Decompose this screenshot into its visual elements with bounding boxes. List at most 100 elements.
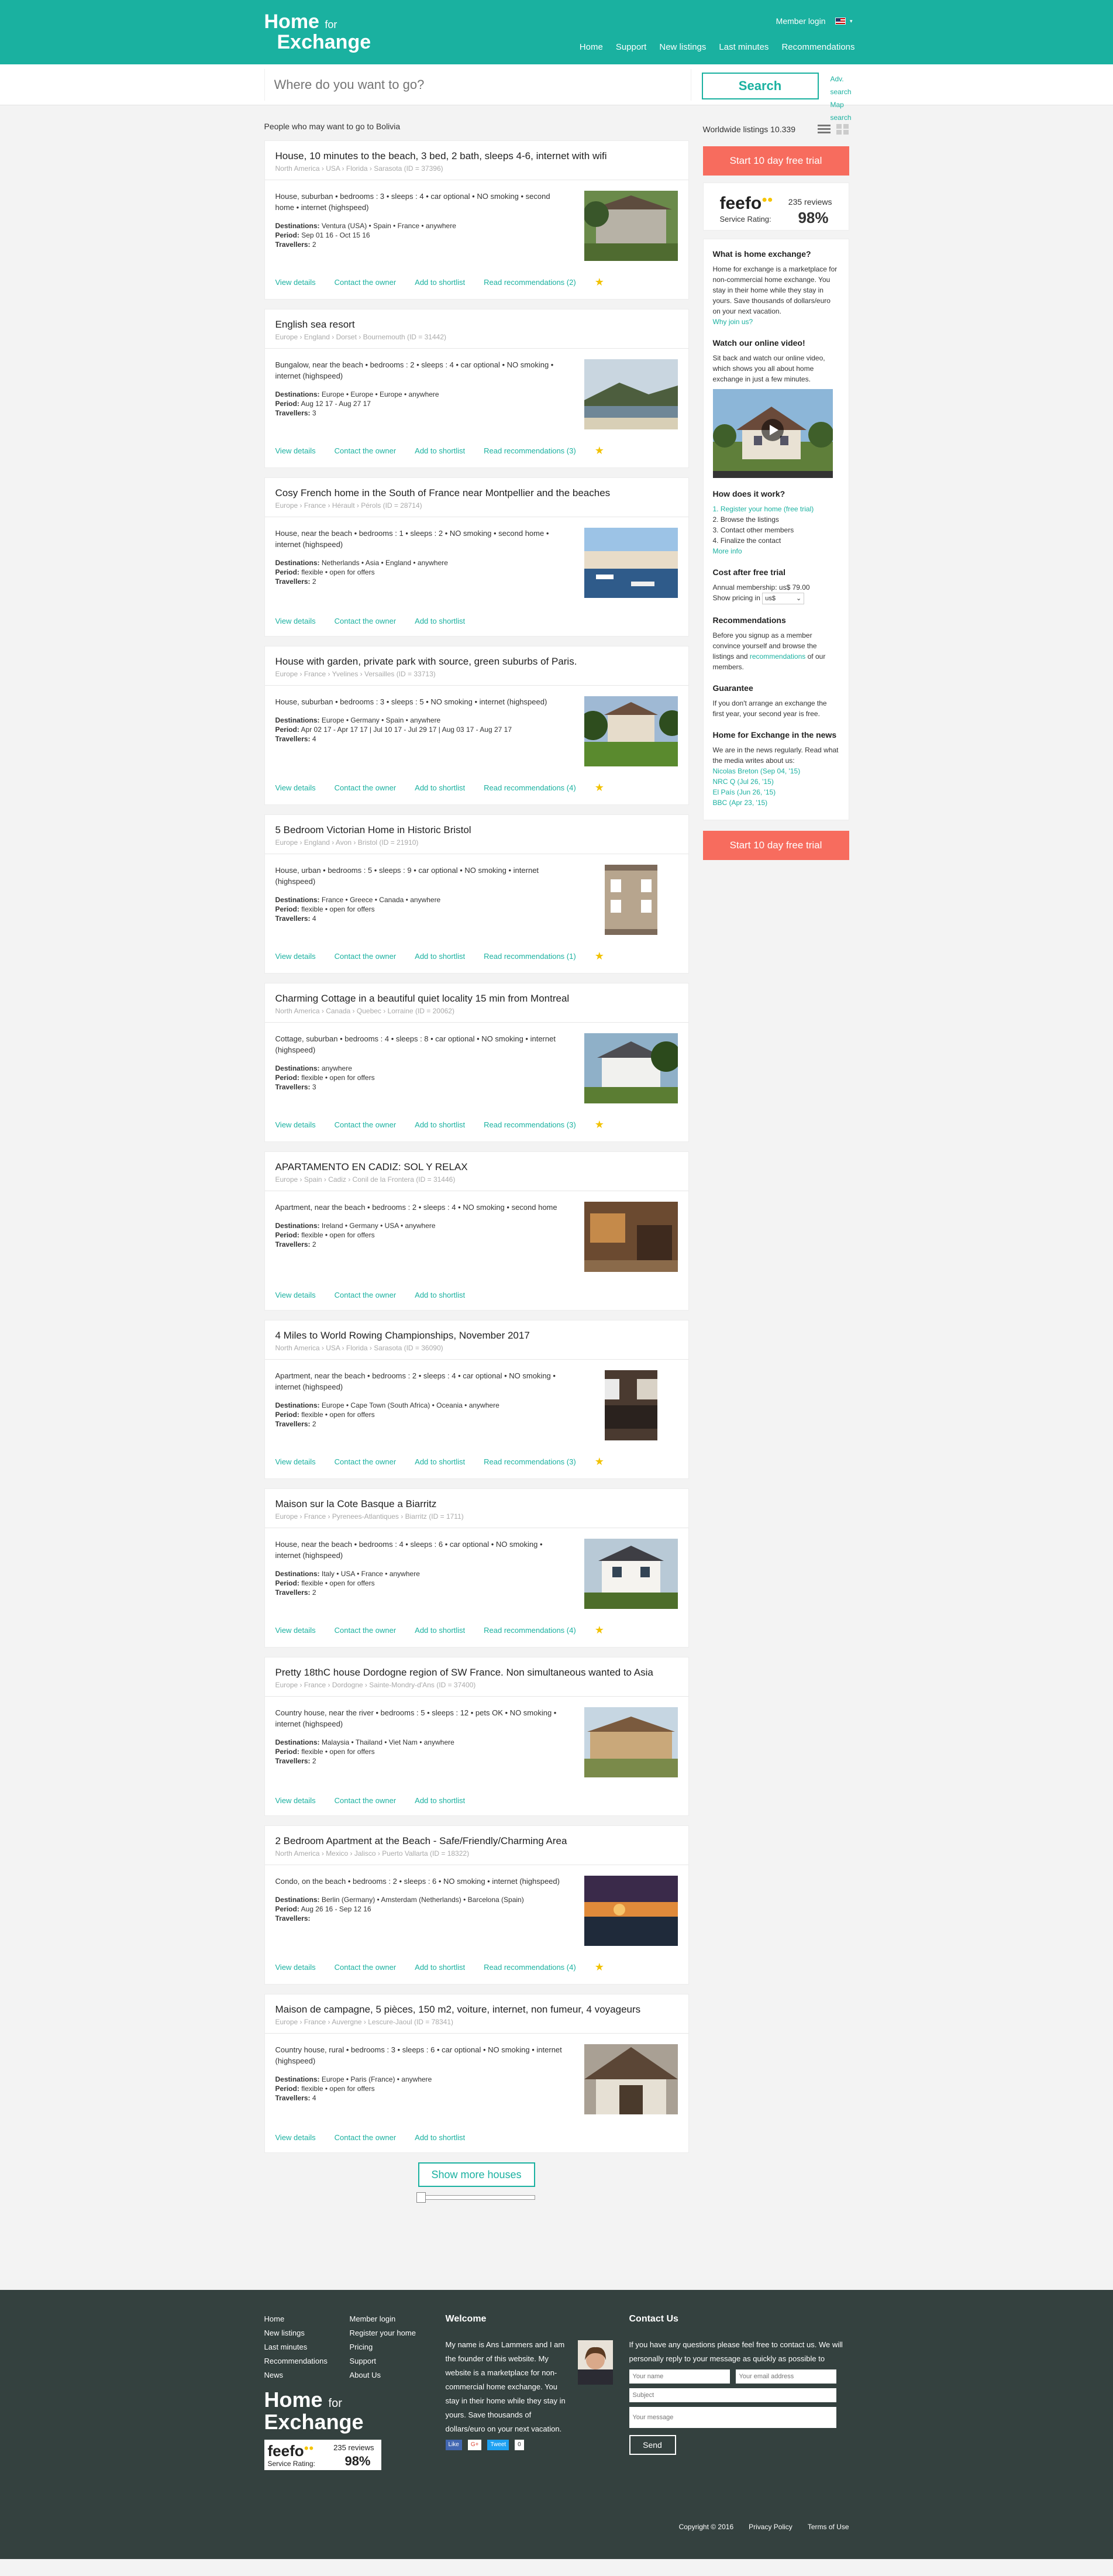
footer-link[interactable]: Last minutes	[264, 2340, 328, 2354]
listing-title[interactable]: 4 Miles to World Rowing Championships, N…	[275, 1320, 678, 1344]
search-button[interactable]: Search	[701, 73, 819, 99]
footer-link[interactable]: Home	[264, 2312, 328, 2326]
read-recommendations-link[interactable]: Read recommendations (4)	[484, 783, 576, 792]
listing-photo[interactable]	[584, 191, 678, 261]
currency-select[interactable]: us$ ⌄	[762, 593, 805, 604]
nav-recommendations[interactable]: Recommendations	[781, 42, 854, 52]
video-thumbnail[interactable]	[712, 389, 834, 471]
listing-title[interactable]: Charming Cottage in a beautiful quiet lo…	[275, 983, 678, 1007]
contact-owner-link[interactable]: Contact the owner	[335, 1120, 397, 1129]
listing-photo[interactable]	[584, 1202, 678, 1272]
add-shortlist-link[interactable]: Add to shortlist	[415, 278, 465, 287]
listing-photo[interactable]	[604, 1370, 657, 1440]
why-join-link[interactable]: Why join us?	[713, 318, 753, 326]
footer-link[interactable]: Pricing	[350, 2340, 416, 2354]
listing-photo[interactable]	[584, 1539, 678, 1609]
google-plus-button[interactable]: G+	[467, 2440, 482, 2450]
footer-link[interactable]: Register your home	[350, 2326, 416, 2340]
footer-link[interactable]: Support	[350, 2354, 416, 2368]
view-details-link[interactable]: View details	[275, 952, 316, 961]
view-details-link[interactable]: View details	[275, 1796, 316, 1805]
listing-title[interactable]: Cosy French home in the South of France …	[275, 478, 678, 501]
contact-name-input[interactable]	[629, 2369, 730, 2384]
news-link[interactable]: Nicolas Breton (Sep 04, '15)	[713, 766, 839, 776]
contact-subject-input[interactable]	[629, 2388, 836, 2402]
footer-link[interactable]: Recommendations	[264, 2354, 328, 2368]
listing-photo[interactable]	[584, 1707, 678, 1777]
results-slider[interactable]	[416, 2192, 535, 2203]
contact-owner-link[interactable]: Contact the owner	[335, 446, 397, 455]
view-details-link[interactable]: View details	[275, 1457, 316, 1466]
send-button[interactable]: Send	[629, 2435, 676, 2455]
listing-photo[interactable]	[584, 528, 678, 598]
tweet-button[interactable]: Tweet	[487, 2440, 509, 2450]
add-shortlist-link[interactable]: Add to shortlist	[415, 617, 465, 625]
footer-link[interactable]: About Us	[350, 2368, 416, 2382]
show-more-button[interactable]: Show more houses	[418, 2162, 535, 2187]
listing-title[interactable]: Pretty 18thC house Dordogne region of SW…	[275, 1657, 678, 1681]
how-step-1-link[interactable]: 1. Register your home (free trial)	[713, 504, 839, 514]
more-info-link[interactable]: More info	[713, 547, 742, 555]
listing-title[interactable]: House with garden, private park with sou…	[275, 646, 678, 670]
listing-photo[interactable]	[584, 359, 678, 429]
listing-title[interactable]: Maison sur la Cote Basque a Biarritz	[275, 1489, 678, 1512]
member-login-link[interactable]: Member login	[776, 16, 826, 26]
read-recommendations-link[interactable]: Read recommendations (1)	[484, 952, 576, 961]
view-details-link[interactable]: View details	[275, 446, 316, 455]
contact-owner-link[interactable]: Contact the owner	[335, 1457, 397, 1466]
terms-link[interactable]: Terms of Use	[808, 2523, 849, 2531]
contact-owner-link[interactable]: Contact the owner	[335, 1796, 397, 1805]
listing-title[interactable]: Maison de campagne, 5 pièces, 150 m2, vo…	[275, 1994, 678, 2018]
read-recommendations-link[interactable]: Read recommendations (3)	[484, 1120, 576, 1129]
view-details-link[interactable]: View details	[275, 278, 316, 287]
footer-link[interactable]: News	[264, 2368, 328, 2382]
free-trial-button[interactable]: Start 10 day free trial	[702, 146, 849, 176]
news-link[interactable]: BBC (Apr 23, '15)	[713, 797, 839, 808]
slider-handle[interactable]	[416, 2192, 426, 2203]
add-shortlist-link[interactable]: Add to shortlist	[415, 952, 465, 961]
footer-logo[interactable]: Home for Exchange	[264, 2389, 364, 2433]
listing-photo[interactable]	[584, 2044, 678, 2114]
facebook-like-button[interactable]: Like	[445, 2440, 462, 2450]
view-details-link[interactable]: View details	[275, 1291, 316, 1299]
contact-owner-link[interactable]: Contact the owner	[335, 617, 397, 625]
listing-photo[interactable]	[604, 865, 657, 935]
read-recommendations-link[interactable]: Read recommendations (3)	[484, 446, 576, 455]
add-shortlist-link[interactable]: Add to shortlist	[415, 2133, 465, 2142]
site-logo[interactable]: Home for Exchange	[264, 12, 371, 52]
contact-owner-link[interactable]: Contact the owner	[335, 952, 397, 961]
contact-owner-link[interactable]: Contact the owner	[335, 783, 397, 792]
nav-home[interactable]: Home	[580, 42, 603, 52]
add-shortlist-link[interactable]: Add to shortlist	[415, 1120, 465, 1129]
view-details-link[interactable]: View details	[275, 2133, 316, 2142]
listing-title[interactable]: 5 Bedroom Victorian Home in Historic Bri…	[275, 815, 678, 838]
read-recommendations-link[interactable]: Read recommendations (2)	[484, 278, 576, 287]
contact-owner-link[interactable]: Contact the owner	[335, 2133, 397, 2142]
read-recommendations-link[interactable]: Read recommendations (3)	[484, 1457, 576, 1466]
listing-photo[interactable]	[584, 696, 678, 766]
contact-owner-link[interactable]: Contact the owner	[335, 1626, 397, 1635]
news-link[interactable]: El País (Jun 26, '15)	[713, 787, 839, 797]
adv-search-link[interactable]: Adv. search	[831, 73, 852, 98]
footer-link[interactable]: New listings	[264, 2326, 328, 2340]
listing-photo[interactable]	[584, 1033, 678, 1103]
add-shortlist-link[interactable]: Add to shortlist	[415, 446, 465, 455]
view-details-link[interactable]: View details	[275, 617, 316, 625]
footer-feefo-rating[interactable]: feefo●● Service Rating: 235 reviews 98%	[264, 2440, 381, 2470]
grid-view-icon[interactable]	[836, 123, 849, 135]
add-shortlist-link[interactable]: Add to shortlist	[415, 1626, 465, 1635]
listing-title[interactable]: English sea resort	[275, 309, 678, 333]
list-view-icon[interactable]	[817, 123, 831, 135]
read-recommendations-link[interactable]: Read recommendations (4)	[484, 1626, 576, 1635]
flag-icon[interactable]	[835, 18, 846, 25]
nav-last-minutes[interactable]: Last minutes	[719, 42, 769, 52]
privacy-link[interactable]: Privacy Policy	[749, 2523, 792, 2531]
view-details-link[interactable]: View details	[275, 1626, 316, 1635]
feefo-rating[interactable]: feefo●● Service Rating: 235 reviews 98%	[702, 183, 849, 231]
footer-link[interactable]: Member login	[350, 2312, 416, 2326]
contact-email-input[interactable]	[735, 2369, 836, 2384]
add-shortlist-link[interactable]: Add to shortlist	[415, 783, 465, 792]
view-details-link[interactable]: View details	[275, 783, 316, 792]
read-recommendations-link[interactable]: Read recommendations (4)	[484, 1963, 576, 1972]
add-shortlist-link[interactable]: Add to shortlist	[415, 1963, 465, 1972]
